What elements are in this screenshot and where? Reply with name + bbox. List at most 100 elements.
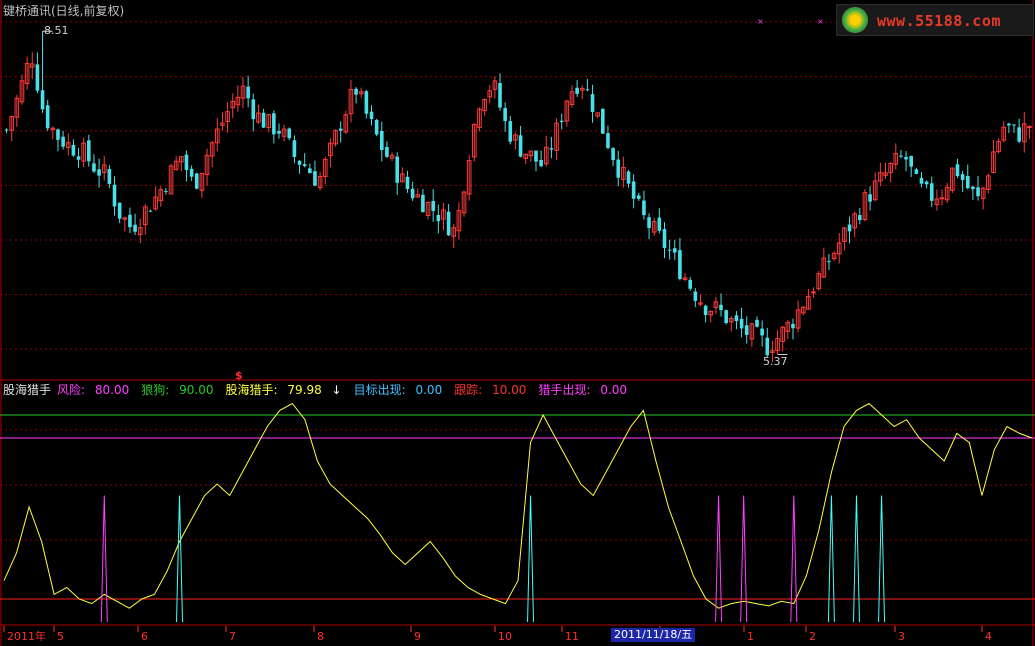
legend-hunter-appear: 猎手出现: 0.00: [538, 383, 633, 397]
candle-body: [971, 186, 975, 190]
legend-hunter-appear-label: 猎手出现:: [538, 383, 591, 397]
candle-body: [287, 128, 292, 139]
x-tick-label: 11: [565, 630, 579, 643]
candle-body: [601, 108, 605, 134]
candle-body: [369, 111, 374, 120]
x-tick-label: 2011年: [7, 629, 46, 643]
candle-body: [1012, 124, 1016, 126]
x-tick-label: 2: [809, 630, 816, 643]
candle-body: [744, 325, 749, 335]
candle-body: [107, 168, 112, 184]
candle-body: [436, 214, 441, 222]
indicator-name: 股海猎手: [3, 383, 52, 397]
candle-body: [308, 168, 312, 174]
candle-body: [56, 129, 60, 140]
target-spike: [878, 495, 886, 623]
target-spike: [176, 495, 184, 623]
window-title: 键桥通讯(日线,前复权): [3, 4, 125, 18]
candle-body: [703, 305, 708, 316]
candle-body: [498, 82, 502, 108]
candle-body: [112, 184, 117, 207]
candle-body: [374, 119, 379, 135]
legend-track-label: 跟踪:: [454, 383, 483, 397]
legend-hunter-value: 79.98: [287, 383, 322, 397]
legend-hunter-label: 股海猎手:: [225, 383, 278, 397]
legend-target-label: 目标出现:: [353, 383, 406, 397]
candle-body: [97, 169, 101, 176]
candle-body: [739, 318, 744, 329]
candle-body: [1017, 127, 1021, 142]
x-tick-label: 8: [317, 630, 324, 643]
candle-body: [899, 155, 903, 157]
candle-body: [164, 190, 168, 192]
candle-body: [575, 87, 579, 94]
candle-body: [611, 148, 615, 161]
candle-body: [292, 140, 297, 157]
candle-body: [811, 291, 816, 294]
candle-body: [688, 279, 692, 289]
candle-body: [693, 291, 698, 301]
candle-body: [421, 194, 425, 213]
cursor-date-label: 2011/11/18/五: [611, 628, 696, 642]
candle-body: [87, 140, 91, 162]
candle-body: [667, 249, 672, 251]
candle-body: [338, 128, 343, 131]
legend-target: 目标出现: 0.00: [354, 383, 449, 397]
legend-hunter-appear-value: 0.00: [600, 383, 628, 397]
target-spike: [527, 495, 535, 623]
candle-body: [955, 164, 960, 177]
candle-body: [678, 250, 682, 279]
legend-risk-label: 风险:: [57, 383, 86, 397]
candle-body: [960, 174, 965, 180]
indicator-legend: 股海猎手 风险: 80.00 狼狗: 90.00 股海猎手: 79.98 ↓ 目标出现:…: [3, 383, 639, 397]
candle-body: [251, 99, 256, 120]
candle-body: [647, 217, 651, 228]
hunter-line: [3, 402, 1033, 609]
down-arrow-icon: ↓: [331, 383, 342, 397]
chart-canvas[interactable]: ××2011年567891011121234: [0, 0, 1035, 646]
candle-body: [847, 224, 852, 232]
candle-body: [302, 164, 307, 167]
candle-body: [631, 181, 636, 199]
candle-body: [724, 310, 728, 324]
candle-body: [364, 91, 369, 114]
candle-body: [539, 160, 543, 167]
candle-body: [755, 319, 759, 327]
candle-body: [313, 171, 317, 186]
x-tick-label: 7: [229, 630, 236, 643]
candle-body: [909, 155, 914, 167]
x-tick-label: 4: [985, 630, 992, 643]
x-tick-label: 6: [141, 630, 148, 643]
legend-wolfdog-value: 90.00: [179, 383, 214, 397]
candle-body: [719, 304, 723, 311]
legend-hunter: 股海猎手: 79.98 ↓: [225, 383, 347, 397]
candle-body: [827, 261, 831, 263]
candle-body: [277, 130, 281, 134]
candle-body: [405, 176, 410, 189]
candle-body: [924, 181, 929, 185]
x-tick-label: 9: [414, 630, 421, 643]
legend-target-value: 0.00: [415, 383, 443, 397]
candle-body: [976, 187, 980, 197]
candle-body: [904, 156, 908, 160]
candle-body: [272, 113, 276, 135]
candle-body: [133, 224, 137, 232]
candle-body: [4, 129, 9, 131]
candle-body: [76, 156, 81, 160]
dollar-marker: $: [235, 369, 243, 382]
legend-wolfdog: 狼狗: 90.00: [141, 383, 219, 397]
candle-body: [657, 217, 662, 231]
candle-body: [549, 148, 554, 150]
candle-body: [45, 105, 50, 129]
legend-risk-value: 80.00: [94, 383, 130, 397]
x-tick-label: 5: [57, 630, 64, 643]
candle-body: [868, 194, 872, 202]
candle-body: [128, 214, 132, 228]
candle-body: [626, 171, 631, 184]
site-logo[interactable]: www.55188.com: [836, 4, 1034, 36]
legend-risk: 风险: 80.00: [57, 383, 135, 397]
target-spike: [852, 495, 860, 623]
candle-body: [1007, 123, 1011, 126]
candle-body: [431, 201, 435, 211]
candle-body: [662, 229, 667, 249]
